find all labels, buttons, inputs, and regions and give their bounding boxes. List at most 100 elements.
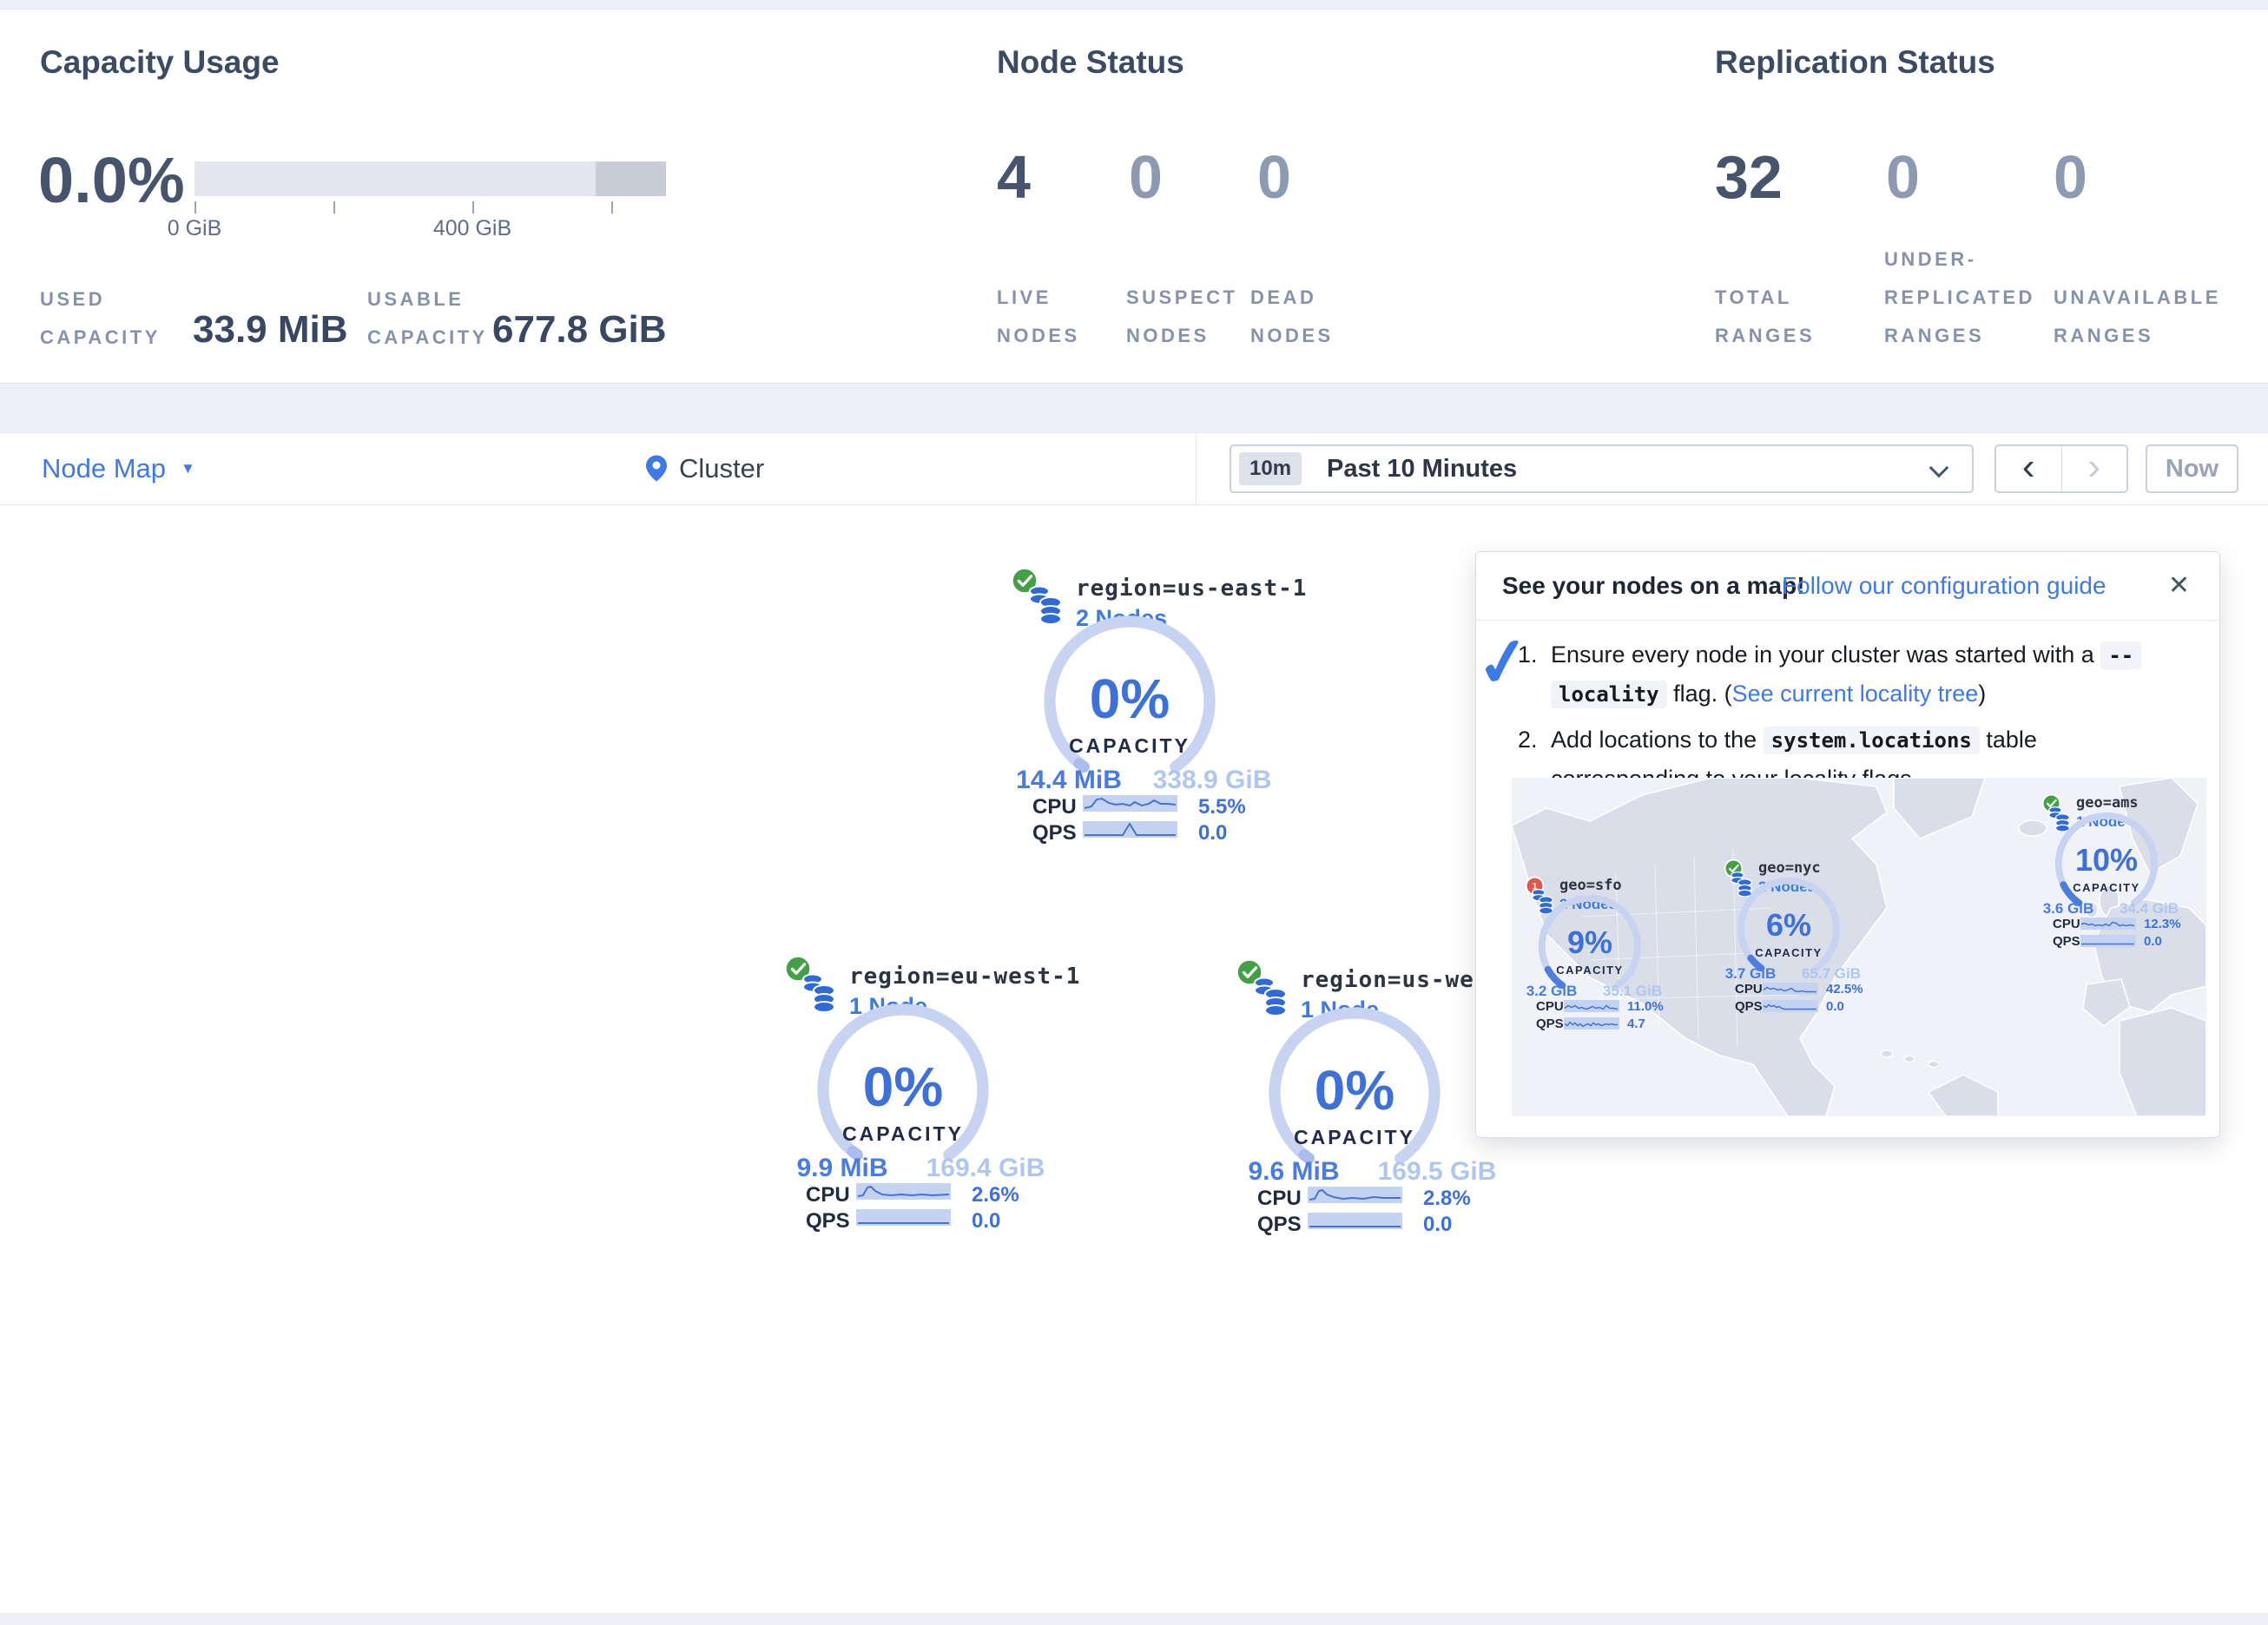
capacity-percent: 6% [1729, 907, 1849, 944]
qps-value: 4.7 [1627, 1016, 1645, 1031]
view-selector-dropdown[interactable]: Node Map [42, 433, 166, 504]
replication-status-title: Replication Status [1715, 44, 1995, 81]
total-ranges-label: TOTAL RANGES [1715, 279, 1815, 355]
used-capacity-label: USED CAPACITY [40, 280, 161, 357]
time-range-badge: 10m [1239, 452, 1302, 485]
under-replicated-label: UNDER- REPLICATED RANGES [1884, 240, 2035, 355]
cpu-sparkline [1083, 795, 1177, 812]
capacity-label: CAPACITY [803, 1122, 1003, 1146]
axis-label-400: 400 GiB [403, 216, 542, 241]
qps-value: 0.0 [972, 1209, 1000, 1234]
suspect-nodes-label: SUSPECT NODES [1126, 279, 1237, 355]
toolbar-divider [1196, 433, 1197, 504]
location-pin-icon [646, 455, 667, 482]
cpu-value: 11.0% [1627, 999, 1664, 1014]
used-capacity: 14.4 MiB [991, 766, 1147, 795]
qps-value: 0.0 [1826, 999, 1844, 1014]
capacity-bar [194, 161, 666, 196]
time-step-forward-button[interactable]: › [2062, 446, 2127, 491]
cpu-label: CPU [1257, 1187, 1302, 1211]
cpu-label: CPU [2053, 917, 2080, 931]
cpu-value: 5.5% [1198, 795, 1246, 819]
time-range-dropdown[interactable]: 10m Past 10 Minutes [1230, 444, 1974, 493]
dead-nodes-value: 0 [1257, 147, 1291, 207]
qps-value: 0.0 [1423, 1213, 1452, 1237]
cpu-value: 42.5% [1826, 982, 1863, 997]
world-map-thumbnail: 1 geo=sfo 2 Nodes 9% CAPACITY 3.2 GiB 35… [1512, 778, 2206, 1116]
capacity-bar-reserved-segment [596, 161, 666, 196]
configuration-guide-link[interactable]: Follow our configuration guide [1782, 552, 2106, 620]
capacity-percent: 10% [2047, 842, 2166, 878]
breadcrumb-cluster: Cluster [679, 433, 764, 504]
total-capacity: 338.9 GiB [1134, 766, 1290, 795]
capacity-label: CAPACITY [1255, 1126, 1454, 1149]
code-chip-locality-flag: -- [2100, 641, 2141, 669]
qps-label: QPS [806, 1209, 850, 1234]
cpu-sparkline [1308, 1187, 1402, 1203]
time-step-back-button[interactable]: ‹ [1996, 446, 2062, 491]
axis-tick [333, 201, 335, 214]
popup-title: See your nodes on a map! [1502, 552, 1805, 620]
node-status-title: Node Status [997, 44, 1184, 81]
cpu-sparkline [1763, 983, 1818, 995]
suspect-nodes-value: 0 [1129, 147, 1163, 207]
chevron-down-icon [1929, 458, 1949, 478]
qps-sparkline [1308, 1213, 1402, 1229]
capacity-label: CAPACITY [1030, 734, 1230, 758]
cpu-sparkline [2080, 918, 2136, 930]
capacity-percent: 0% [803, 1055, 1003, 1119]
locality-tree-link[interactable]: See current locality tree [1732, 681, 1979, 707]
qps-value: 0.0 [1198, 821, 1227, 845]
chevron-down-icon[interactable]: ▼ [181, 433, 195, 504]
bottom-strip [0, 1613, 2268, 1625]
used-capacity: 9.6 MiB [1216, 1157, 1372, 1187]
close-icon[interactable]: ✕ [2168, 552, 2190, 620]
popup-header: See your nodes on a map! Follow our conf… [1476, 552, 2219, 621]
qps-value: 0.0 [2144, 934, 2162, 949]
time-range-label: Past 10 Minutes [1327, 446, 1517, 491]
usable-capacity-label: USABLE CAPACITY [367, 280, 488, 357]
cpu-sparkline [1564, 1000, 1619, 1012]
node-map-config-popup: See your nodes on a map! Follow our conf… [1475, 551, 2220, 1138]
cpu-label: CPU [1536, 999, 1564, 1014]
cpu-label: CPU [1032, 795, 1077, 819]
setup-step-1: 1.Ensure every node in your cluster was … [1516, 635, 2190, 714]
unavailable-label: UNAVAILABLE RANGES [2054, 279, 2221, 355]
now-button[interactable]: Now [2146, 444, 2238, 493]
cpu-value: 2.8% [1423, 1187, 1471, 1211]
cpu-sparkline [856, 1183, 951, 1200]
live-nodes-label: LIVE NODES [997, 279, 1080, 355]
qps-sparkline [2080, 935, 2136, 947]
total-capacity: 65.7 GiB [1783, 965, 1879, 983]
capacity-percent: 0% [1255, 1058, 1454, 1122]
total-capacity: 169.4 GiB [907, 1154, 1064, 1183]
total-capacity: 35.1 GiB [1585, 983, 1680, 1000]
capacity-percent: 9% [1530, 924, 1650, 961]
capacity-usage-title: Capacity Usage [40, 44, 280, 81]
qps-sparkline [856, 1209, 951, 1226]
unavailable-value: 0 [2054, 147, 2087, 207]
usable-capacity-value: 677.8 GiB [492, 308, 667, 352]
qps-label: QPS [1032, 821, 1077, 845]
cluster-summary-panel: Capacity Usage 0.0% 0 GiB 400 GiB USED C… [0, 9, 2268, 384]
axis-tick [472, 201, 474, 214]
capacity-percent: 0.0% [38, 148, 185, 213]
region-title: region=eu-west-1 [849, 964, 1080, 990]
capacity-label: CAPACITY [1530, 964, 1650, 977]
under-replicated-value: 0 [1886, 147, 1920, 207]
cpu-label: CPU [806, 1183, 850, 1207]
qps-sparkline [1564, 1017, 1619, 1030]
live-nodes-value: 4 [997, 147, 1031, 207]
capacity-label: CAPACITY [2047, 881, 2166, 894]
code-chip-locality-flag: locality [1551, 681, 1667, 708]
time-step-buttons: ‹ › [1994, 444, 2128, 493]
code-chip-system-locations: system.locations [1764, 727, 1980, 754]
used-capacity: 9.9 MiB [764, 1154, 920, 1183]
region-title: region=us-east-1 [1076, 576, 1307, 602]
qps-label: QPS [2053, 934, 2080, 949]
capacity-percent: 0% [1030, 667, 1230, 731]
used-capacity-value: 33.9 MiB [193, 308, 348, 352]
cpu-value: 12.3% [2144, 917, 2181, 931]
qps-sparkline [1083, 821, 1177, 838]
qps-label: QPS [1536, 1016, 1564, 1031]
